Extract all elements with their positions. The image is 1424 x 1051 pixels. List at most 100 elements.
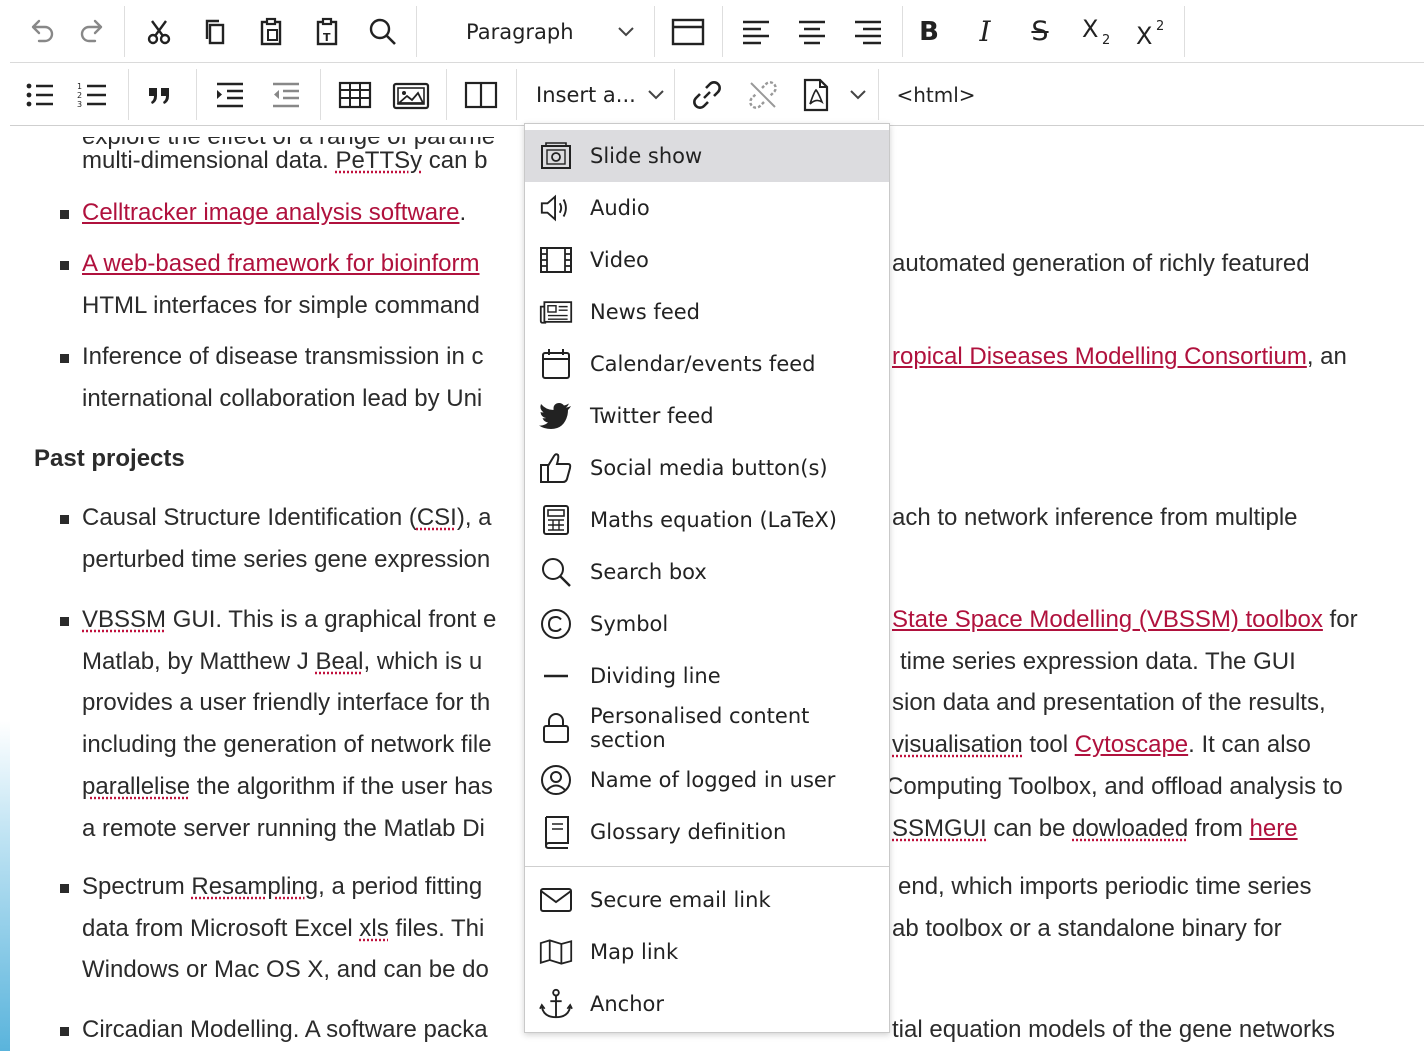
copy-button[interactable] (190, 0, 240, 63)
text-line: data from Microsoft Excel xls files. Thi (82, 915, 484, 943)
format-select[interactable]: Paragraph (428, 0, 654, 63)
toolbar-separator (128, 69, 129, 120)
link[interactable]: Celltracker image analysis software (82, 199, 459, 226)
paste-text-button[interactable]: T (302, 0, 352, 63)
text-span: tool (1022, 731, 1075, 758)
unlink-button[interactable] (738, 63, 788, 126)
svg-text:X: X (1136, 22, 1152, 47)
menu-item-secure-email[interactable]: Secure email link (525, 874, 889, 926)
link[interactable]: A web-based framework for bioinform (82, 250, 480, 277)
align-right-button[interactable] (842, 0, 894, 63)
toolbar-separator (654, 6, 655, 57)
menu-item-map-link[interactable]: Map link (525, 926, 889, 978)
insert-link-button[interactable] (682, 63, 732, 126)
text-line: visualisation tool Cytoscape. It can als… (892, 731, 1311, 759)
outdent-button[interactable] (262, 63, 310, 126)
spellcheck-word: Resampling (191, 873, 319, 900)
numbered-list-icon: 123 (77, 82, 106, 109)
clipboard-icon (260, 17, 282, 45)
menu-item-audio[interactable]: Audio (525, 182, 889, 234)
slideshow-icon (539, 140, 573, 172)
columns-button[interactable] (454, 63, 508, 126)
list-item: Spectrum Resampling, a period fitting (82, 873, 482, 901)
superscript-button[interactable]: X2 (1130, 0, 1174, 63)
bullet (60, 261, 69, 270)
menu-item-dividing-line[interactable]: Dividing line (525, 650, 889, 702)
insert-document-button[interactable] (796, 63, 876, 126)
text-span: Spectrum (82, 873, 192, 900)
window-icon (671, 18, 705, 45)
menu-item-calendar[interactable]: Calendar/events feed (525, 338, 889, 390)
block-style-button[interactable] (660, 0, 716, 63)
indent-button[interactable] (206, 63, 254, 126)
menu-item-personalised-content[interactable]: Personalised content section (525, 702, 889, 754)
menu-item-logged-in-user[interactable]: Name of logged in user (525, 754, 889, 806)
text-span: the algorithm if the user has (190, 773, 493, 800)
menu-item-label: Search box (590, 560, 707, 584)
bullet (60, 354, 69, 363)
bullet (60, 515, 69, 524)
toolbar-separator (320, 69, 321, 120)
unlink-icon (749, 80, 777, 109)
link[interactable]: here (1250, 815, 1298, 842)
insert-select[interactable]: Insert a... (522, 63, 672, 126)
menu-item-search-box[interactable]: Search box (525, 546, 889, 598)
text-span: ), a (456, 504, 492, 531)
bold-button[interactable]: B (910, 0, 948, 63)
menu-item-label: Audio (590, 196, 650, 220)
insert-dropdown-menu: Slide show Audio Video News feed Calenda… (524, 123, 890, 1033)
insert-table-button[interactable] (328, 63, 382, 126)
spellcheck-word: visualisation (892, 731, 1023, 758)
numbered-list-button[interactable]: 123 (68, 63, 116, 126)
menu-item-label: Social media button(s) (590, 456, 828, 480)
menu-item-twitter-feed[interactable]: Twitter feed (525, 390, 889, 442)
text-span: multi-dimensional data. (82, 147, 336, 174)
menu-item-label: News feed (590, 300, 700, 324)
menu-item-glossary[interactable]: Glossary definition (525, 806, 889, 858)
undo-button[interactable] (18, 0, 66, 63)
align-left-button[interactable] (730, 0, 782, 63)
align-center-icon (799, 20, 825, 44)
audio-icon (539, 192, 573, 224)
text-line: ach to network inference from multiple (892, 504, 1298, 531)
menu-item-social-media-buttons[interactable]: Social media button(s) (525, 442, 889, 494)
align-center-button[interactable] (786, 0, 838, 63)
menu-item-label: Dividing line (590, 664, 721, 688)
link[interactable]: Cytoscape (1075, 731, 1188, 758)
italic-icon: I (979, 15, 991, 48)
strikethrough-button[interactable]: S (1020, 0, 1060, 63)
menu-item-anchor[interactable]: Anchor (525, 978, 889, 1030)
cut-button[interactable] (134, 0, 184, 63)
text-line: Windows or Mac OS X, and can be do (82, 956, 489, 983)
bullet-list-button[interactable] (16, 63, 64, 126)
find-button[interactable] (358, 0, 408, 63)
menu-item-news-feed[interactable]: News feed (525, 286, 889, 338)
redo-button[interactable] (68, 0, 116, 63)
text-line: provides a user friendly interface for t… (82, 689, 491, 716)
italic-button[interactable]: I (966, 0, 1004, 63)
text-line: end, which imports periodic time series (898, 873, 1312, 900)
align-right-icon (855, 20, 881, 44)
bullet (60, 884, 69, 893)
indent-icon (217, 82, 243, 107)
svg-text:X: X (1082, 17, 1098, 43)
menu-item-maths-equation[interactable]: Maths equation (LaTeX) (525, 494, 889, 546)
menu-item-slide-show[interactable]: Slide show (525, 130, 889, 182)
link[interactable]: State Space Modelling (VBSSM) toolbox (892, 606, 1323, 633)
blockquote-button[interactable] (136, 63, 184, 126)
thumbs-up-icon (539, 452, 573, 484)
html-source-button[interactable]: <html> (886, 63, 986, 126)
toolbar-separator (416, 6, 417, 57)
insert-image-button[interactable] (384, 63, 438, 126)
list-item: Inference of disease transmission in c (82, 343, 484, 370)
paste-button[interactable] (246, 0, 296, 63)
menu-item-video[interactable]: Video (525, 234, 889, 286)
text-line: HTML interfaces for simple command (82, 292, 480, 319)
text-line: automated generation of richly featured (892, 250, 1310, 277)
menu-item-symbol[interactable]: Symbol (525, 598, 889, 650)
link[interactable]: ropical Diseases Modelling Consortium (892, 343, 1307, 370)
spellcheck-word: Beal (315, 648, 364, 675)
spellcheck-word: xls (359, 915, 389, 942)
subscript-button[interactable]: X2 (1076, 0, 1120, 63)
text-span: from (1188, 815, 1250, 842)
